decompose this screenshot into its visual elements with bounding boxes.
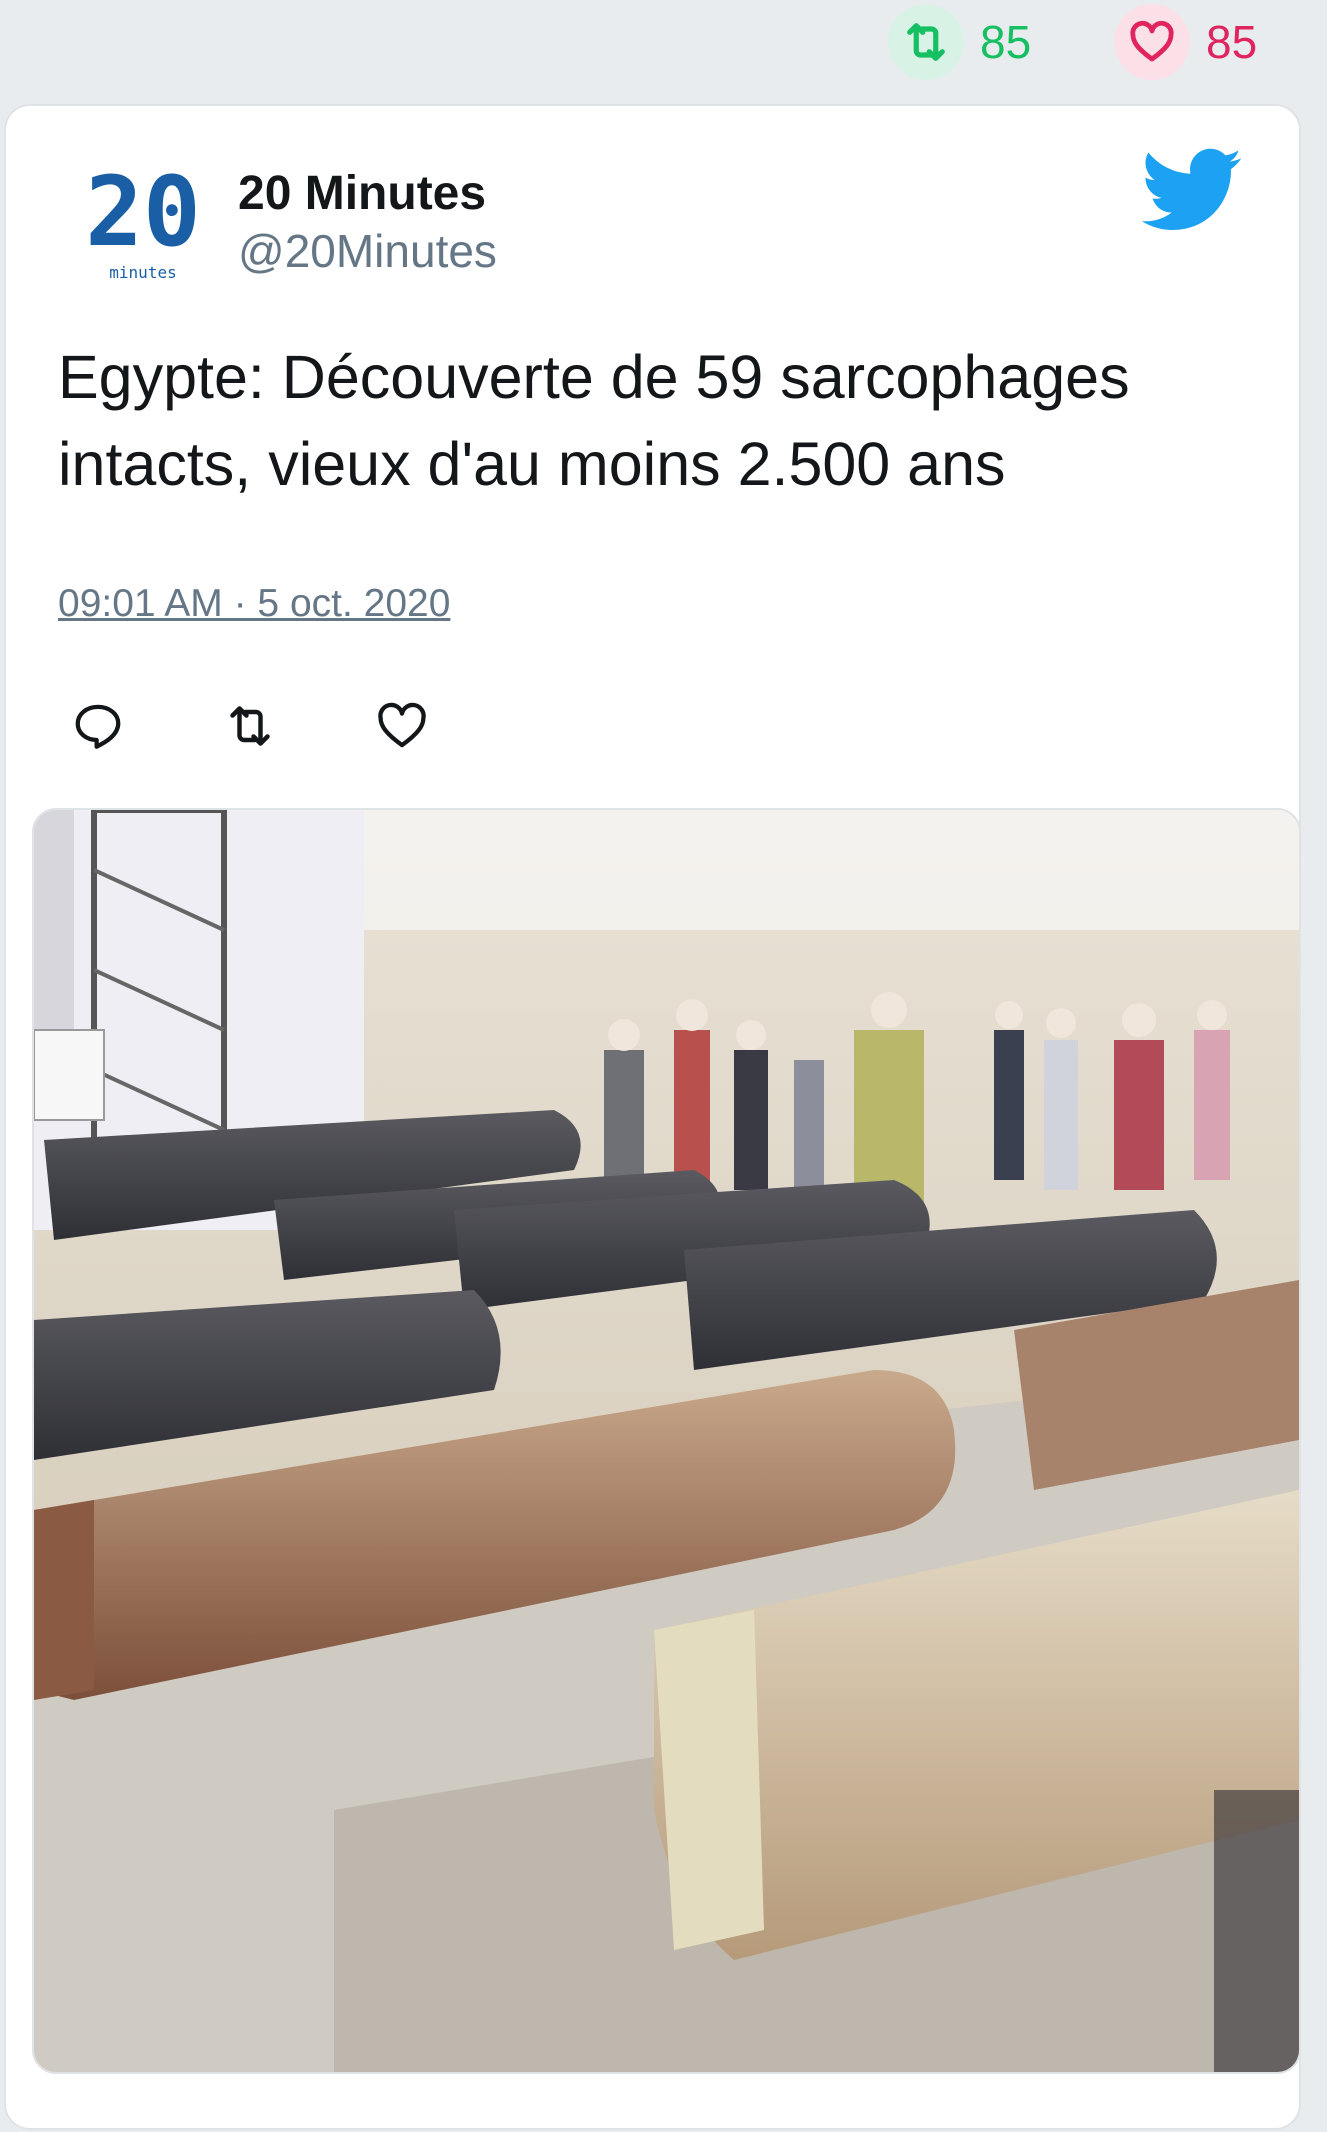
author-handle[interactable]: @20Minutes: [238, 224, 497, 278]
tweet-card: 20 minutes 20 Minutes @20Minutes Egypte:…: [4, 104, 1301, 2130]
top-stats-bar: 85 85: [0, 0, 1327, 100]
twitter-bird-icon[interactable]: [1141, 148, 1243, 232]
author-name[interactable]: 20 Minutes: [238, 166, 486, 221]
retweet-count: 85: [980, 16, 1032, 68]
like-count: 85: [1206, 16, 1258, 68]
tweet-text-line-1: Egypte: Découverte de 59 sarcophages: [58, 343, 1130, 411]
reply-icon[interactable]: [70, 698, 126, 754]
retweet-icon[interactable]: [888, 4, 964, 80]
heart-icon[interactable]: [374, 698, 430, 754]
svg-text:20: 20: [85, 156, 201, 268]
tweet-timestamp[interactable]: 09:01 AM · 5 oct. 2020: [58, 582, 450, 626]
retweet-icon[interactable]: [222, 698, 278, 754]
tweet-actions: [70, 698, 526, 754]
like-stat[interactable]: 85: [1114, 2, 1257, 82]
heart-icon[interactable]: [1114, 4, 1190, 80]
retweet-stat[interactable]: 85: [888, 2, 1031, 82]
tweet-text: Egypte: Découverte de 59 sarcophages int…: [58, 334, 1258, 508]
svg-text:minutes: minutes: [109, 263, 176, 282]
sarcophagi-photo: [34, 810, 1299, 2072]
tweet-media-image[interactable]: [32, 808, 1301, 2074]
avatar[interactable]: 20 minutes: [68, 150, 218, 300]
tweet-text-line-2: intacts, vieux d'au moins 2.500 ans: [58, 430, 1006, 498]
